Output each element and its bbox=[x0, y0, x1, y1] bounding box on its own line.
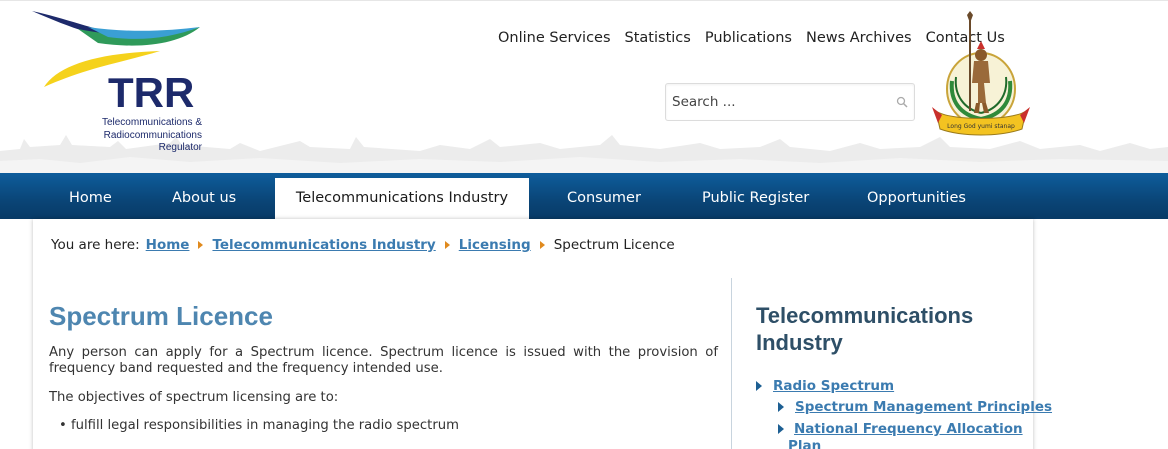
breadcrumb: You are here: Home Telecommunications In… bbox=[51, 237, 675, 253]
search-icon[interactable] bbox=[896, 96, 908, 108]
bullet-dot-icon: • bbox=[59, 418, 71, 433]
top-nav-publications[interactable]: Publications bbox=[705, 30, 792, 46]
logo-subtitle-line: Regulator bbox=[158, 142, 202, 153]
breadcrumb-current: Spectrum Licence bbox=[553, 237, 675, 253]
sidebar-link-spectrum-management-principles[interactable]: Spectrum Management Principles bbox=[795, 399, 1052, 415]
nav-about-us[interactable]: About us bbox=[172, 173, 236, 219]
nav-opportunities[interactable]: Opportunities bbox=[867, 173, 966, 219]
sidebar-arrow-icon bbox=[778, 402, 784, 412]
search-box bbox=[665, 83, 915, 121]
sidebar-title: Telecommunications Industry bbox=[756, 303, 974, 355]
breadcrumb-telecommunications-industry[interactable]: Telecommunications Industry bbox=[212, 237, 435, 253]
emblem-motto: Long God yumi stanap bbox=[947, 123, 1015, 130]
breadcrumb-arrow-icon bbox=[198, 241, 204, 249]
search-input[interactable] bbox=[666, 84, 886, 120]
top-nav-news-archives[interactable]: News Archives bbox=[806, 30, 912, 46]
logo-subtitle-line: Telecommunications & bbox=[101, 117, 202, 128]
main-nav: Home About us Telecommunications Industr… bbox=[0, 173, 1168, 219]
trr-logo[interactable]: TRR Telecommunications & Radiocommunicat… bbox=[28, 9, 218, 159]
article-paragraph: Any person can apply for a Spectrum lice… bbox=[49, 345, 718, 376]
nav-telecommunications-industry[interactable]: Telecommunications Industry bbox=[275, 178, 529, 219]
logo-acronym: TRR bbox=[108, 69, 195, 116]
column-divider bbox=[731, 278, 732, 449]
breadcrumb-home[interactable]: Home bbox=[146, 237, 190, 253]
nav-consumer[interactable]: Consumer bbox=[567, 173, 641, 219]
top-nav-online-services[interactable]: Online Services bbox=[498, 30, 611, 46]
list-item-text: fulfill legal responsibilities in managi… bbox=[70, 418, 459, 433]
coat-of-arms-icon: Long God yumi stanap bbox=[932, 11, 1030, 136]
nav-public-register[interactable]: Public Register bbox=[702, 173, 809, 219]
national-emblem: Long God yumi stanap bbox=[930, 11, 1032, 136]
logo-subtitle-line: Radiocommunications bbox=[103, 129, 202, 141]
logo-subtitle: Telecommunications & Radiocommunications… bbox=[82, 117, 202, 155]
breadcrumb-arrow-icon bbox=[444, 241, 450, 249]
breadcrumb-licensing[interactable]: Licensing bbox=[459, 237, 531, 253]
nav-home[interactable]: Home bbox=[69, 173, 112, 219]
sidebar-link-national-frequency-allocation-plan[interactable]: National Frequency Allocation bbox=[794, 421, 1023, 437]
site-header: TRR Telecommunications & Radiocommunicat… bbox=[0, 0, 1168, 174]
list-item: • fulfill legal responsibilities in mana… bbox=[59, 418, 459, 433]
top-nav-statistics[interactable]: Statistics bbox=[625, 30, 691, 46]
sidebar-link-national-frequency-allocation-plan-cont[interactable]: Plan bbox=[788, 438, 821, 449]
sidebar-arrow-icon bbox=[778, 424, 784, 434]
page-title: Spectrum Licence bbox=[49, 301, 273, 331]
page: TRR Telecommunications & Radiocommunicat… bbox=[0, 0, 1168, 449]
breadcrumb-prefix: You are here: bbox=[51, 237, 140, 253]
article-paragraph: The objectives of spectrum licensing are… bbox=[49, 390, 339, 405]
sidebar-link-radio-spectrum[interactable]: Radio Spectrum bbox=[773, 378, 894, 394]
sidebar-arrow-icon bbox=[756, 381, 762, 391]
breadcrumb-arrow-icon bbox=[539, 241, 545, 249]
